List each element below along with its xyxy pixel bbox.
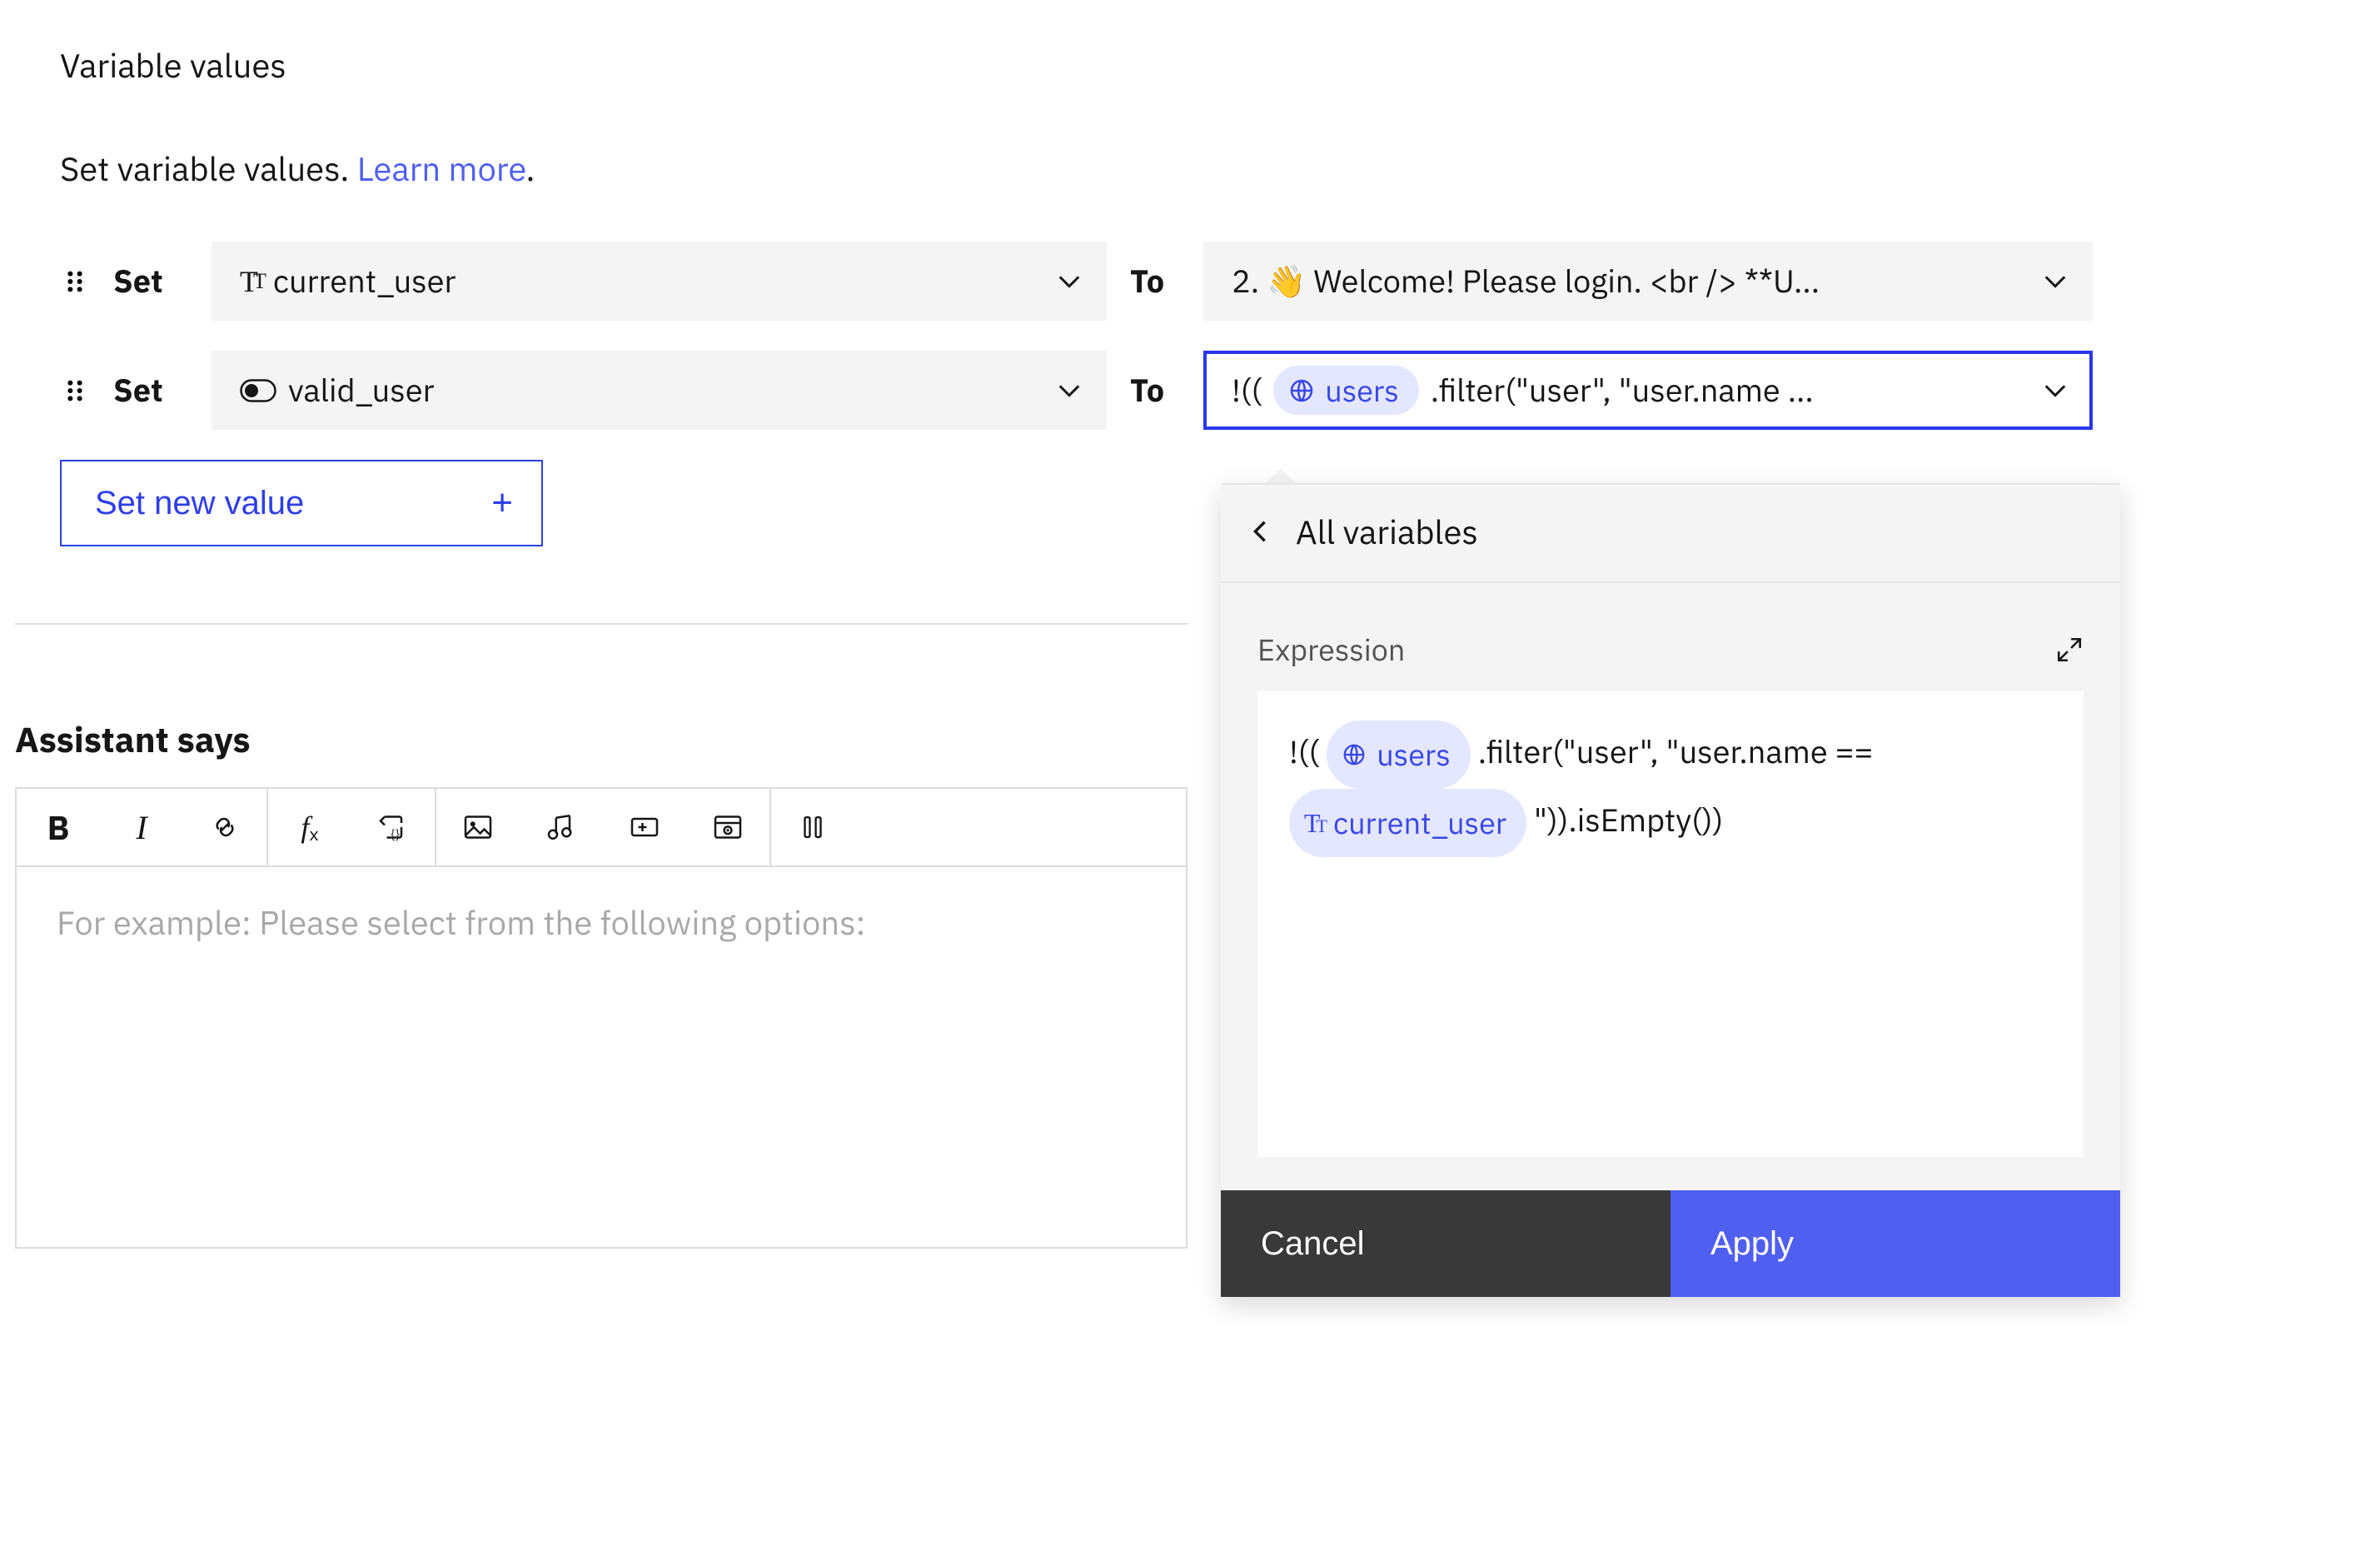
plus-icon: +: [491, 482, 513, 524]
variable-name: current_user: [273, 261, 456, 302]
italic-button[interactable]: I: [100, 789, 183, 865]
image-button[interactable]: [436, 789, 520, 865]
chevron-down-icon: [1057, 378, 1082, 403]
variable-selector[interactable]: valid_user: [212, 351, 1107, 430]
expr-suffix: .filter("user", "user.name ...: [1431, 370, 1814, 411]
code-response-button[interactable]: {}: [351, 789, 435, 865]
expr-text: !((: [1289, 731, 1327, 772]
fx-button[interactable]: fx: [268, 789, 351, 865]
link-button[interactable]: [183, 789, 266, 865]
popover-breadcrumb[interactable]: All variables: [1296, 510, 1478, 553]
section-heading: Variable values: [60, 43, 2365, 87]
text-type-icon: TT: [240, 264, 261, 299]
apply-button[interactable]: Apply: [1670, 1190, 2120, 1297]
svg-text:{}: {}: [391, 827, 400, 843]
section-divider: [15, 623, 1188, 625]
drag-handle-icon[interactable]: [60, 376, 90, 406]
audio-button[interactable]: [520, 789, 603, 865]
variable-selector[interactable]: TT current_user: [212, 242, 1107, 321]
section-subtitle: Set variable values. Learn more.: [60, 147, 2365, 190]
subtitle-text: Set variable values.: [60, 147, 357, 190]
popover-header: All variables: [1221, 485, 2120, 583]
set-keyword: Set: [113, 370, 188, 411]
value-display: 2. 👋 Welcome! Please login. <br /> **U..…: [1232, 261, 1820, 302]
globe-icon: [1342, 742, 1367, 767]
expand-icon[interactable]: [2055, 636, 2084, 664]
expr-text: .filter("user", "user.name ==: [1478, 731, 1874, 772]
to-keyword: To: [1130, 261, 1180, 302]
chip-text: users: [1325, 371, 1399, 410]
expr-prefix: !((: [1232, 370, 1262, 411]
popover-actions: Cancel Apply: [1221, 1190, 2120, 1297]
value-selector[interactable]: 2. 👋 Welcome! Please login. <br /> **U..…: [1203, 242, 2093, 321]
chevron-down-icon: [2043, 269, 2068, 294]
editor-placeholder: For example: Please select from the foll…: [57, 900, 865, 944]
text-type-icon: TT: [1304, 797, 1323, 849]
variable-chip-users: users: [1273, 366, 1419, 415]
expression-popover: All variables Expression !(( users .filt…: [1221, 483, 2120, 1297]
expression-label: Expression: [1257, 630, 1405, 669]
drag-handle-icon[interactable]: [60, 267, 90, 297]
back-button[interactable]: [1247, 519, 1272, 544]
bold-button[interactable]: B: [17, 789, 100, 865]
chevron-down-icon: [1057, 269, 1082, 294]
variable-name: valid_user: [288, 370, 435, 411]
variable-chip-users[interactable]: users: [1327, 721, 1471, 789]
variable-row: Set valid_user To !((: [60, 351, 2365, 430]
chevron-down-icon: [2043, 378, 2068, 403]
editor-toolbar: B I fx {}: [15, 787, 1188, 865]
video-button[interactable]: [603, 789, 686, 865]
cancel-button[interactable]: Cancel: [1221, 1190, 1670, 1297]
to-keyword: To: [1130, 370, 1180, 411]
set-new-value-button[interactable]: Set new value +: [60, 460, 543, 546]
variable-chip-current-user[interactable]: TT current_user: [1289, 789, 1526, 857]
chip-text: users: [1377, 726, 1451, 784]
period: .: [526, 147, 535, 190]
chip-text: current_user: [1333, 794, 1506, 852]
variable-row: Set TT current_user To 2. 👋 Welcome! Ple…: [60, 242, 2365, 321]
pause-button[interactable]: [771, 789, 854, 865]
assistant-says-editor[interactable]: For example: Please select from the foll…: [15, 865, 1188, 1249]
value-selector[interactable]: !(( users .filter("user", "user.name ...: [1203, 351, 2093, 430]
learn-more-link[interactable]: Learn more: [357, 147, 526, 190]
set-keyword: Set: [113, 261, 188, 302]
iframe-button[interactable]: [686, 789, 769, 865]
boolean-type-icon: [240, 379, 276, 402]
expression-editor[interactable]: !(( users .filter("user", "user.name == …: [1257, 691, 2084, 1157]
popover-caret: [1266, 468, 1296, 483]
expr-text: ")).isEmpty()): [1534, 800, 1723, 840]
button-label: Set new value: [95, 485, 304, 522]
globe-icon: [1288, 377, 1315, 404]
